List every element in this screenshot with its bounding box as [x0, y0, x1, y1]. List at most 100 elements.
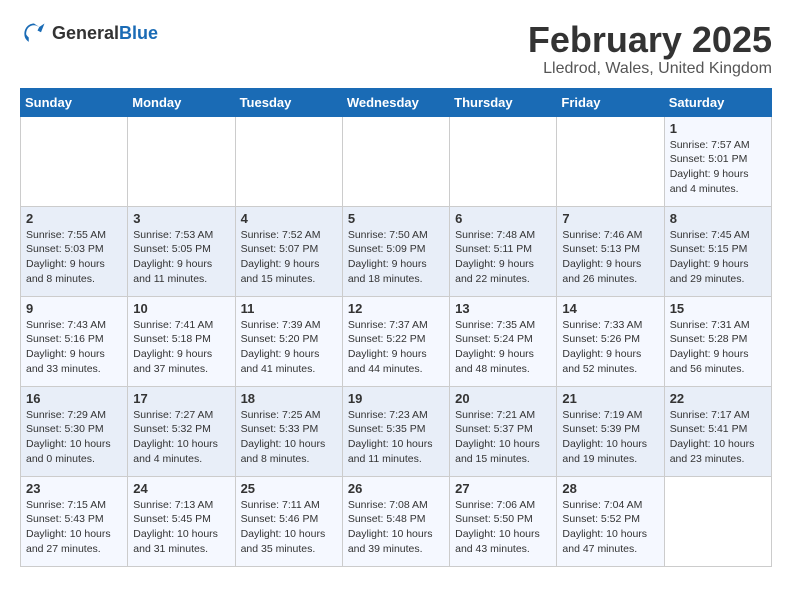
day-info: Sunrise: 7:35 AM Sunset: 5:24 PM Dayligh…: [455, 318, 551, 377]
day-info: Sunrise: 7:41 AM Sunset: 5:18 PM Dayligh…: [133, 318, 229, 377]
day-info: Sunrise: 7:29 AM Sunset: 5:30 PM Dayligh…: [26, 408, 122, 467]
table-row: [235, 116, 342, 206]
table-row: [342, 116, 449, 206]
day-info: Sunrise: 7:53 AM Sunset: 5:05 PM Dayligh…: [133, 228, 229, 287]
day-number: 12: [348, 301, 444, 316]
day-number: 23: [26, 481, 122, 496]
header-wednesday: Wednesday: [342, 88, 449, 116]
table-row: [128, 116, 235, 206]
table-row: 16 Sunrise: 7:29 AM Sunset: 5:30 PM Dayli…: [21, 386, 128, 476]
day-number: 7: [562, 211, 658, 226]
day-info: Sunrise: 7:04 AM Sunset: 5:52 PM Dayligh…: [562, 498, 658, 557]
table-row: 15 Sunrise: 7:31 AM Sunset: 5:28 PM Dayli…: [664, 296, 771, 386]
day-number: 9: [26, 301, 122, 316]
calendar-week-row: 1 Sunrise: 7:57 AM Sunset: 5:01 PM Daylig…: [21, 116, 772, 206]
table-row: 6 Sunrise: 7:48 AM Sunset: 5:11 PM Daylig…: [450, 206, 557, 296]
table-row: 27 Sunrise: 7:06 AM Sunset: 5:50 PM Dayli…: [450, 476, 557, 566]
day-info: Sunrise: 7:06 AM Sunset: 5:50 PM Dayligh…: [455, 498, 551, 557]
table-row: 18 Sunrise: 7:25 AM Sunset: 5:33 PM Dayli…: [235, 386, 342, 476]
logo-general: GeneralBlue: [52, 24, 158, 44]
day-number: 22: [670, 391, 766, 406]
day-info: Sunrise: 7:45 AM Sunset: 5:15 PM Dayligh…: [670, 228, 766, 287]
day-number: 26: [348, 481, 444, 496]
calendar-week-row: 16 Sunrise: 7:29 AM Sunset: 5:30 PM Dayli…: [21, 386, 772, 476]
day-info: Sunrise: 7:15 AM Sunset: 5:43 PM Dayligh…: [26, 498, 122, 557]
day-info: Sunrise: 7:52 AM Sunset: 5:07 PM Dayligh…: [241, 228, 337, 287]
calendar-table: Sunday Monday Tuesday Wednesday Thursday…: [20, 88, 772, 567]
day-info: Sunrise: 7:25 AM Sunset: 5:33 PM Dayligh…: [241, 408, 337, 467]
day-number: 25: [241, 481, 337, 496]
day-info: Sunrise: 7:11 AM Sunset: 5:46 PM Dayligh…: [241, 498, 337, 557]
day-number: 28: [562, 481, 658, 496]
day-info: Sunrise: 7:39 AM Sunset: 5:20 PM Dayligh…: [241, 318, 337, 377]
day-info: Sunrise: 7:43 AM Sunset: 5:16 PM Dayligh…: [26, 318, 122, 377]
day-info: Sunrise: 7:57 AM Sunset: 5:01 PM Dayligh…: [670, 138, 766, 197]
table-row: 8 Sunrise: 7:45 AM Sunset: 5:15 PM Daylig…: [664, 206, 771, 296]
day-number: 21: [562, 391, 658, 406]
table-row: 26 Sunrise: 7:08 AM Sunset: 5:48 PM Dayli…: [342, 476, 449, 566]
table-row: [450, 116, 557, 206]
header-saturday: Saturday: [664, 88, 771, 116]
calendar-subtitle: Lledrod, Wales, United Kingdom: [528, 60, 772, 78]
day-number: 15: [670, 301, 766, 316]
table-row: 5Sunrise: 7:50 AM Sunset: 5:09 PM Daylig…: [342, 206, 449, 296]
day-info: Sunrise: 7:27 AM Sunset: 5:32 PM Dayligh…: [133, 408, 229, 467]
table-row: 25 Sunrise: 7:11 AM Sunset: 5:46 PM Dayli…: [235, 476, 342, 566]
title-area: February 2025 Lledrod, Wales, United Kin…: [528, 20, 772, 78]
day-number: 6: [455, 211, 551, 226]
header-monday: Monday: [128, 88, 235, 116]
day-number: 19: [348, 391, 444, 406]
table-row: 19 Sunrise: 7:23 AM Sunset: 5:35 PM Dayli…: [342, 386, 449, 476]
day-info: Sunrise: 7:46 AM Sunset: 5:13 PM Dayligh…: [562, 228, 658, 287]
table-row: [557, 116, 664, 206]
header-sunday: Sunday: [21, 88, 128, 116]
day-info: Sunrise: 7:55 AM Sunset: 5:03 PM Dayligh…: [26, 228, 122, 287]
day-number: 20: [455, 391, 551, 406]
day-number: 18: [241, 391, 337, 406]
table-row: 22 Sunrise: 7:17 AM Sunset: 5:41 PM Dayli…: [664, 386, 771, 476]
day-info: Sunrise: 7:33 AM Sunset: 5:26 PM Dayligh…: [562, 318, 658, 377]
day-number: 10: [133, 301, 229, 316]
day-info: Sunrise: 7:48 AM Sunset: 5:11 PM Dayligh…: [455, 228, 551, 287]
calendar-week-row: 9 Sunrise: 7:43 AM Sunset: 5:16 PM Daylig…: [21, 296, 772, 386]
calendar-title: February 2025: [528, 20, 772, 60]
day-number: 27: [455, 481, 551, 496]
logo: GeneralBlue: [20, 20, 158, 48]
table-row: 21Sunrise: 7:19 AM Sunset: 5:39 PM Dayli…: [557, 386, 664, 476]
table-row: 10 Sunrise: 7:41 AM Sunset: 5:18 PM Dayli…: [128, 296, 235, 386]
table-row: 20Sunrise: 7:21 AM Sunset: 5:37 PM Dayli…: [450, 386, 557, 476]
table-row: 11 Sunrise: 7:39 AM Sunset: 5:20 PM Dayli…: [235, 296, 342, 386]
day-info: Sunrise: 7:50 AM Sunset: 5:09 PM Dayligh…: [348, 228, 444, 287]
table-row: 9 Sunrise: 7:43 AM Sunset: 5:16 PM Daylig…: [21, 296, 128, 386]
day-info: Sunrise: 7:08 AM Sunset: 5:48 PM Dayligh…: [348, 498, 444, 557]
day-number: 8: [670, 211, 766, 226]
table-row: 3 Sunrise: 7:53 AM Sunset: 5:05 PM Daylig…: [128, 206, 235, 296]
table-row: 24Sunrise: 7:13 AM Sunset: 5:45 PM Dayli…: [128, 476, 235, 566]
table-row: 14Sunrise: 7:33 AM Sunset: 5:26 PM Dayli…: [557, 296, 664, 386]
day-info: Sunrise: 7:37 AM Sunset: 5:22 PM Dayligh…: [348, 318, 444, 377]
day-info: Sunrise: 7:13 AM Sunset: 5:45 PM Dayligh…: [133, 498, 229, 557]
table-row: 28 Sunrise: 7:04 AM Sunset: 5:52 PM Dayli…: [557, 476, 664, 566]
day-number: 11: [241, 301, 337, 316]
day-number: 16: [26, 391, 122, 406]
table-row: 12 Sunrise: 7:37 AM Sunset: 5:22 PM Dayli…: [342, 296, 449, 386]
header-thursday: Thursday: [450, 88, 557, 116]
day-info: Sunrise: 7:23 AM Sunset: 5:35 PM Dayligh…: [348, 408, 444, 467]
day-number: 13: [455, 301, 551, 316]
weekday-header-row: Sunday Monday Tuesday Wednesday Thursday…: [21, 88, 772, 116]
header-friday: Friday: [557, 88, 664, 116]
table-row: 7 Sunrise: 7:46 AM Sunset: 5:13 PM Daylig…: [557, 206, 664, 296]
day-number: 3: [133, 211, 229, 226]
day-number: 1: [670, 121, 766, 136]
table-row: 2 Sunrise: 7:55 AM Sunset: 5:03 PM Daylig…: [21, 206, 128, 296]
day-info: Sunrise: 7:17 AM Sunset: 5:41 PM Dayligh…: [670, 408, 766, 467]
day-number: 2: [26, 211, 122, 226]
day-info: Sunrise: 7:31 AM Sunset: 5:28 PM Dayligh…: [670, 318, 766, 377]
day-number: 4: [241, 211, 337, 226]
table-row: 4 Sunrise: 7:52 AM Sunset: 5:07 PM Daylig…: [235, 206, 342, 296]
calendar-week-row: 2 Sunrise: 7:55 AM Sunset: 5:03 PM Daylig…: [21, 206, 772, 296]
logo-icon: [20, 20, 48, 48]
table-row: 17Sunrise: 7:27 AM Sunset: 5:32 PM Dayli…: [128, 386, 235, 476]
table-row: 13 Sunrise: 7:35 AM Sunset: 5:24 PM Dayli…: [450, 296, 557, 386]
page-header: GeneralBlue February 2025 Lledrod, Wales…: [20, 20, 772, 78]
